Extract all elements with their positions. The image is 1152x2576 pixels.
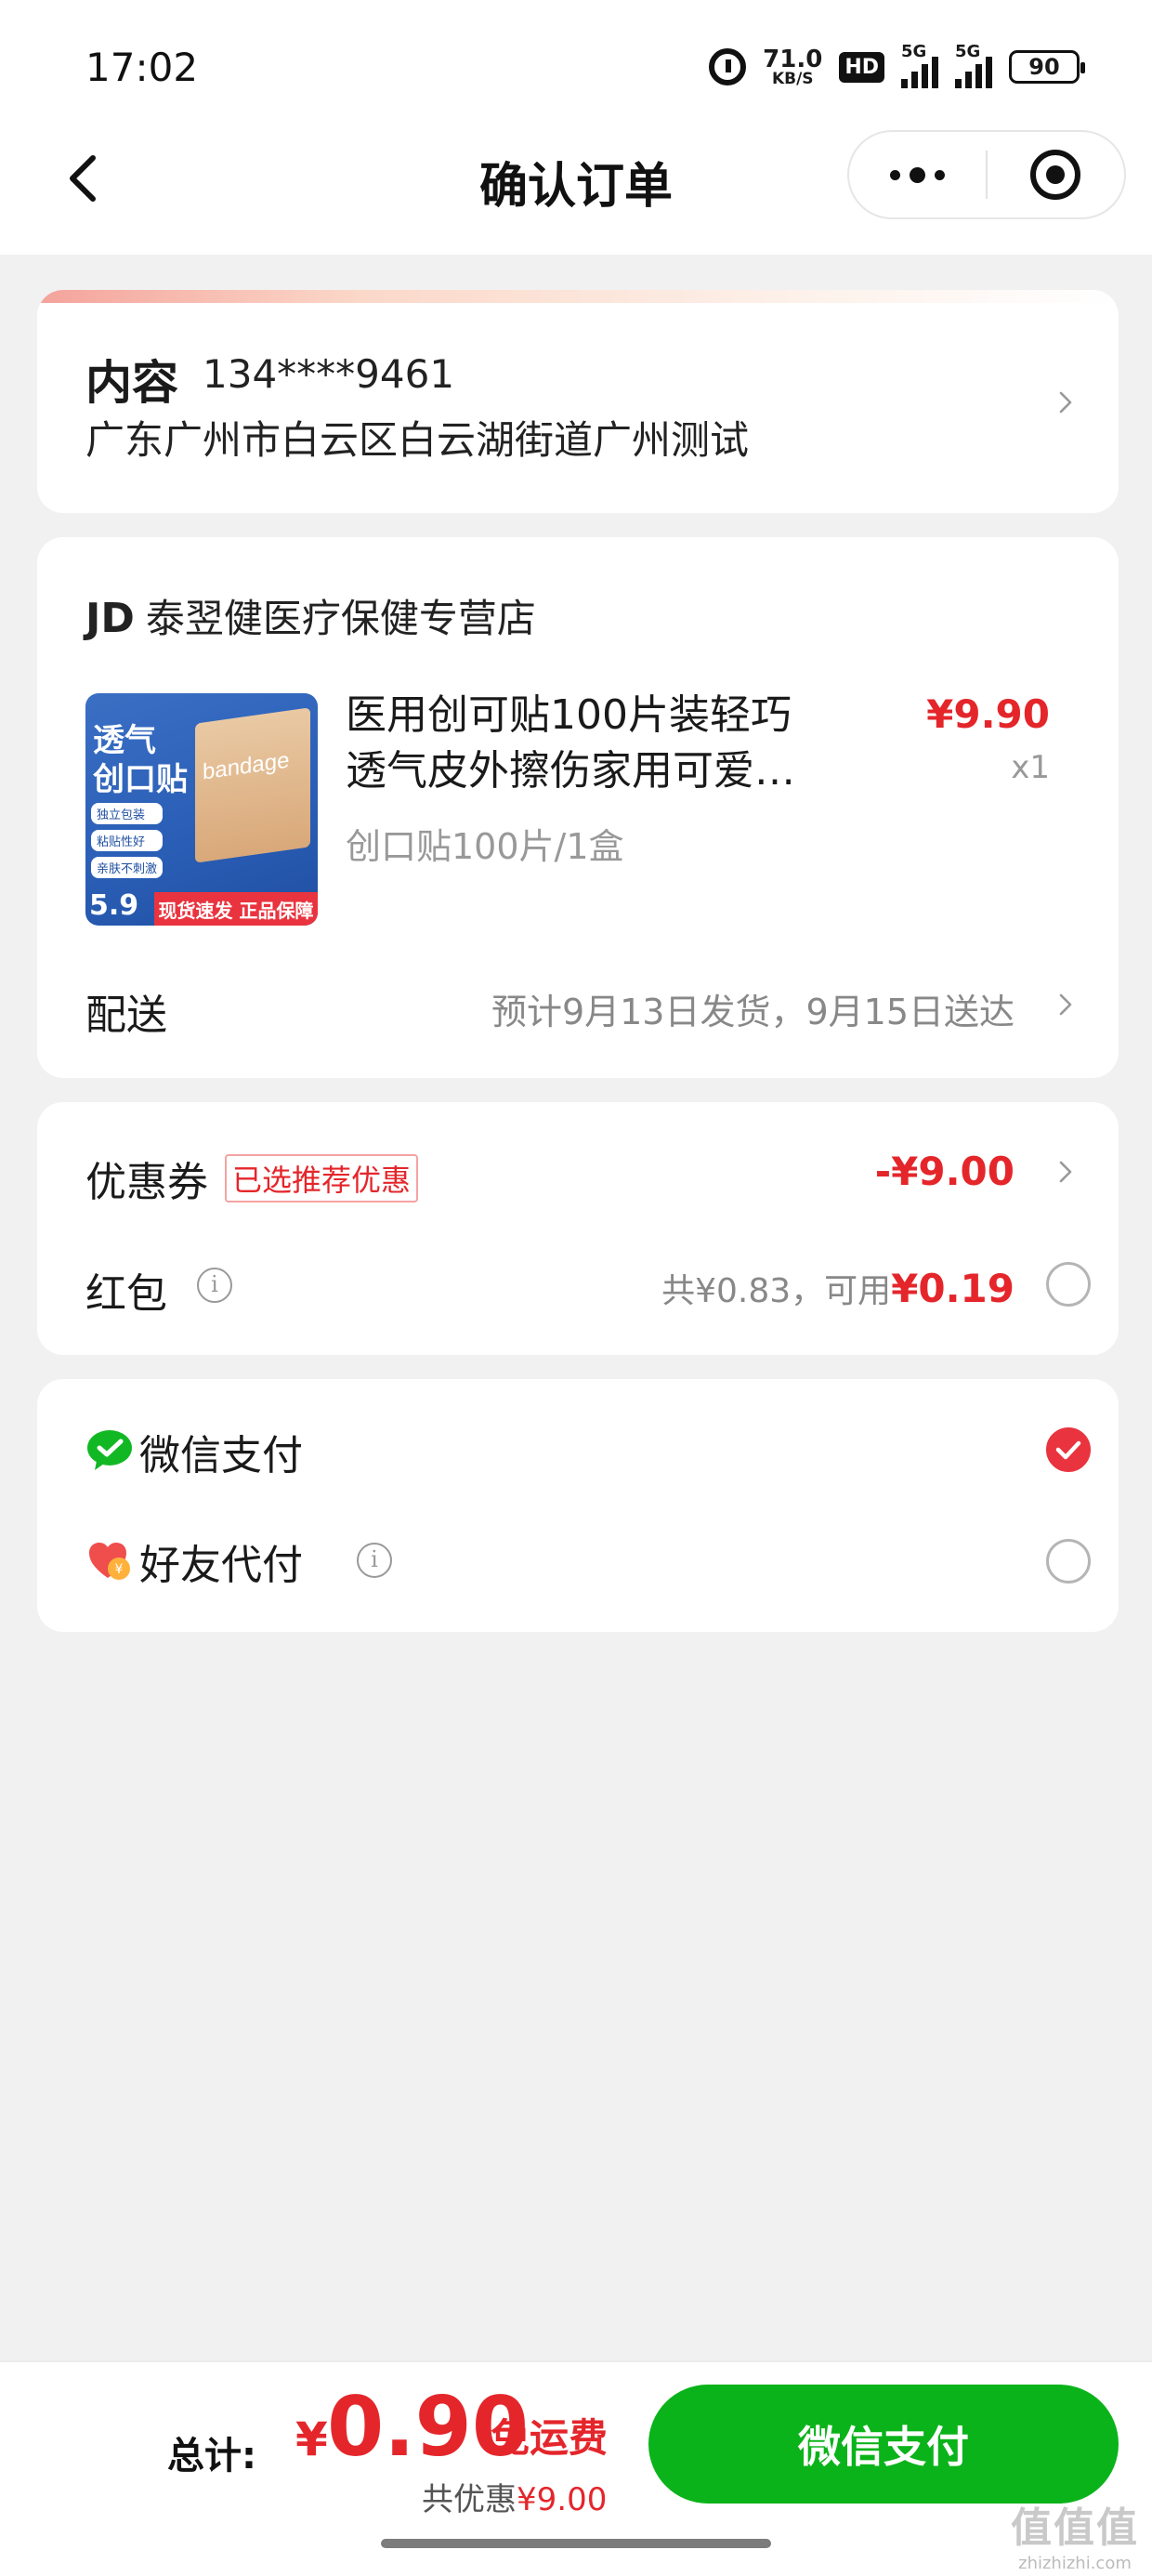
- chevron-right-icon: [1054, 390, 1078, 414]
- more-button[interactable]: [849, 130, 986, 219]
- mini-program-capsule: [847, 130, 1126, 219]
- info-icon[interactable]: i: [357, 1543, 392, 1578]
- nav-bar: 确认订单: [0, 130, 1152, 255]
- coupon-label: 优惠券: [85, 1159, 208, 1206]
- network-speed: 71.0 KB/S: [763, 47, 822, 87]
- product-image-title-line2: 创口贴: [93, 761, 188, 798]
- clock: 17:02: [85, 45, 199, 90]
- signal-icon-2: 5G: [955, 42, 992, 88]
- address-line: 广东广州市白云区白云湖街道广州测试: [85, 417, 750, 463]
- product-image-title: 透气 创口贴: [93, 721, 188, 799]
- alarm-icon: [709, 48, 747, 85]
- chevron-right-icon[interactable]: [1054, 1160, 1078, 1184]
- shop-name-label: 泰翌健医疗保健专营店: [145, 596, 536, 641]
- friend-pay-label[interactable]: 好友代付: [139, 1531, 303, 1591]
- product-title[interactable]: 医用创可贴100片装轻巧透气皮外擦伤家用可爱…: [346, 688, 829, 799]
- friend-pay-radio[interactable]: [1046, 1539, 1091, 1584]
- jd-logo: JD: [85, 595, 135, 642]
- product-spec: 创口贴100片/1盒: [346, 826, 624, 867]
- saved-amount: 共优惠¥9.00: [422, 2474, 607, 2519]
- close-miniprogram-button[interactable]: [988, 130, 1124, 219]
- product-price: ¥9.90: [926, 691, 1050, 737]
- coupon-value[interactable]: -¥9.00: [875, 1149, 1015, 1194]
- signal-label-2: 5G: [955, 42, 981, 61]
- watermark-url: zhizhizhi.com: [1018, 2554, 1132, 2573]
- friend-pay-icon: ¥: [85, 1537, 134, 1585]
- product-image-strip: 现货速发 正品保障: [154, 892, 318, 926]
- wechat-pay-icon: [85, 1426, 134, 1474]
- product-image-tags: 独立包装 粘贴性好 亲肤不刺激: [91, 803, 164, 878]
- chevron-right-icon: [1054, 992, 1078, 1017]
- discount-card: 优惠券 已选推荐优惠 -¥9.00 红包 i 共¥0.83，可用¥0.19: [37, 1102, 1119, 1355]
- hongbao-available: ¥0.19: [891, 1266, 1015, 1311]
- product-image[interactable]: 透气 创口贴 独立包装 粘贴性好 亲肤不刺激 5.9 现货速发 正品保障: [85, 693, 318, 926]
- delivery-label: 配送: [85, 992, 167, 1039]
- product-image-tag: 亲肤不刺激: [91, 857, 164, 878]
- home-indicator[interactable]: [381, 2539, 771, 2548]
- wechat-pay-label[interactable]: 微信支付: [139, 1422, 303, 1481]
- watermark-logo: 值值值: [1011, 2504, 1139, 2552]
- product-image-price: 5.9: [89, 889, 139, 922]
- shop-card: JD泰翌健医疗保健专营店 透气 创口贴 独立包装 粘贴性好 亲肤不刺激 5.9 …: [37, 537, 1119, 1078]
- status-bar: 17:02 71.0 KB/S HD 5G 5G 90: [0, 0, 1152, 130]
- hongbao-summary: 共¥0.83，可用¥0.19: [661, 1264, 1015, 1312]
- free-shipping-label: 免运费: [491, 2415, 609, 2461]
- pay-button[interactable]: 微信支付: [648, 2385, 1119, 2504]
- wechat-pay-radio[interactable]: [1046, 1427, 1091, 1472]
- signal-icon: 5G: [901, 42, 938, 88]
- battery-icon: 90: [1009, 50, 1085, 84]
- product-image-tag: 独立包装: [91, 803, 164, 824]
- payment-card: 微信支付 ¥ 好友代付 i: [37, 1379, 1119, 1632]
- product-image-tag: 粘贴性好: [91, 830, 164, 851]
- delivery-estimate[interactable]: 预计9月13日发货，9月15日送达: [491, 983, 1015, 1034]
- info-icon[interactable]: i: [197, 1268, 232, 1303]
- status-icons: 71.0 KB/S HD 5G 5G 90: [709, 41, 1085, 93]
- product-image-title-line1: 透气: [93, 722, 156, 759]
- svg-text:¥: ¥: [115, 1562, 124, 1577]
- recipient-phone: 134****9461: [203, 351, 455, 397]
- hd-icon: HD: [839, 51, 884, 83]
- hongbao-total: 共¥0.83，可用: [661, 1272, 892, 1310]
- total-label: 总计:: [167, 2435, 256, 2477]
- product-quantity: x1: [1011, 749, 1050, 786]
- recipient-name: 内容: [85, 356, 178, 410]
- network-speed-value: 71.0: [763, 45, 823, 73]
- shop-name[interactable]: JD 泰翌健医疗保健专营店: [85, 587, 536, 644]
- signal-label: 5G: [901, 42, 927, 61]
- checkmark-icon: [1055, 1440, 1081, 1460]
- address-card-gradient: [37, 290, 1119, 303]
- saved-prefix: 共优惠: [422, 2481, 517, 2518]
- total-currency: ¥: [295, 2412, 328, 2466]
- network-speed-unit: KB/S: [771, 69, 814, 88]
- hongbao-label: 红包: [85, 1270, 167, 1318]
- product-box-graphic: [195, 707, 310, 863]
- hongbao-radio[interactable]: [1046, 1262, 1091, 1307]
- saved-value: ¥9.00: [517, 2481, 608, 2518]
- divider: [0, 2360, 1152, 2362]
- watermark: 值值值 zhizhizhi.com: [1011, 2494, 1139, 2573]
- coupon-tag: 已选推荐优惠: [225, 1154, 419, 1203]
- address-card[interactable]: 内容 134****9461 广东广州市白云区白云湖街道广州测试: [37, 290, 1119, 513]
- target-icon: [1030, 150, 1081, 200]
